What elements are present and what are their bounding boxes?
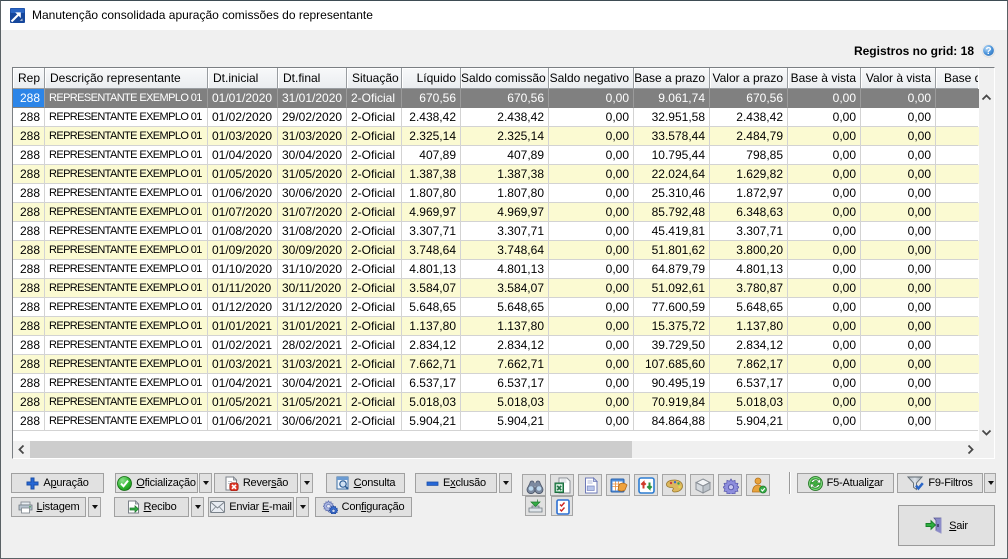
svg-text:?: ?: [985, 46, 991, 57]
